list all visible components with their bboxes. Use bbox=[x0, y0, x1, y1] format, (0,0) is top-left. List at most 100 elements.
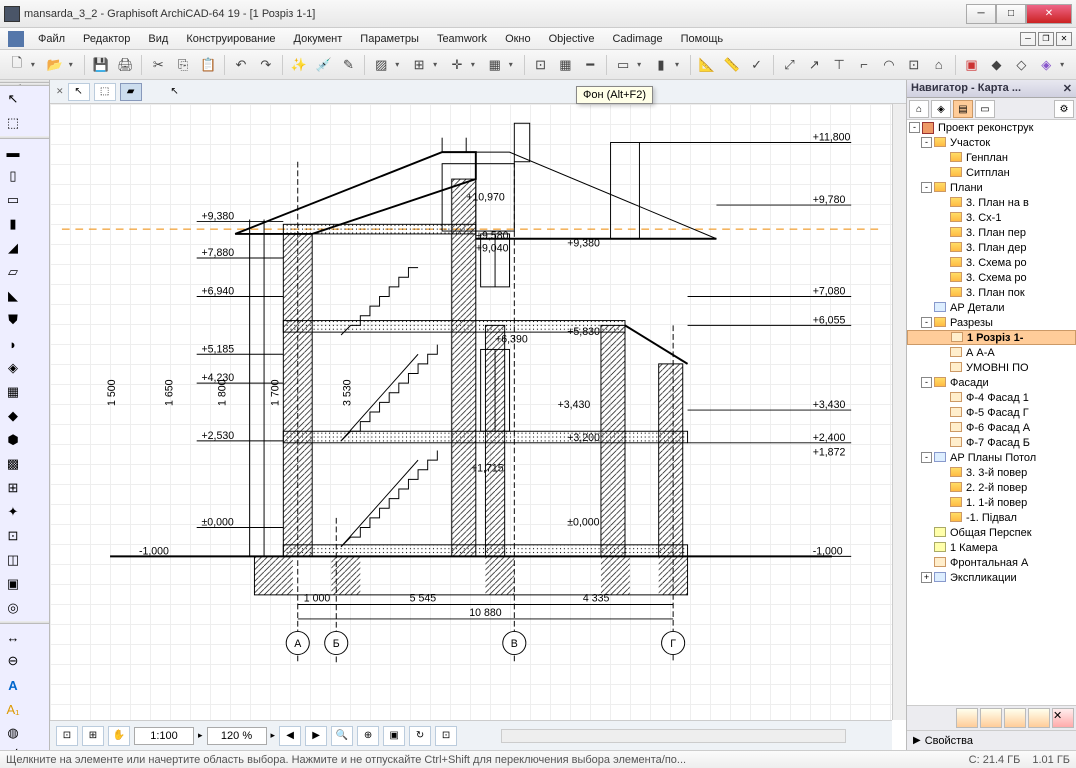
tree-item[interactable]: Общая Перспек bbox=[907, 525, 1076, 540]
nav-new1-icon[interactable] bbox=[956, 708, 978, 728]
check-icon[interactable]: ✓ bbox=[746, 54, 768, 76]
view-opt-icon[interactable]: ⊡ bbox=[435, 726, 457, 746]
layer-icon[interactable]: ▭ bbox=[612, 54, 634, 76]
drawing-canvas[interactable]: А Б В Г 1 000 5 545 4 335 10 880 +9,380 … bbox=[50, 104, 892, 720]
trace-icon[interactable]: ▮ bbox=[650, 54, 672, 76]
line-tool[interactable]: ╱ bbox=[2, 746, 24, 750]
open-icon[interactable]: 📂 bbox=[44, 54, 66, 76]
palette-1-icon[interactable]: ▣ bbox=[961, 54, 983, 76]
nav-project-icon[interactable]: ⌂ bbox=[909, 100, 929, 118]
door-tool[interactable]: ▯ bbox=[2, 165, 24, 187]
ruler2-icon[interactable]: 📏 bbox=[721, 54, 743, 76]
skylight-tool[interactable]: ◈ bbox=[2, 357, 24, 379]
ct-fill[interactable]: ▰ bbox=[120, 83, 142, 101]
menu-file[interactable]: Файл bbox=[30, 30, 73, 48]
menu-teamwork[interactable]: Teamwork bbox=[429, 30, 495, 48]
nav-new3-icon[interactable] bbox=[1004, 708, 1026, 728]
tree-item[interactable]: А А-А bbox=[907, 345, 1076, 360]
tree-item[interactable]: 3. План пер bbox=[907, 225, 1076, 240]
guide-3-icon[interactable]: ✛ bbox=[446, 54, 468, 76]
edit-1-icon[interactable]: ⤢ bbox=[779, 54, 801, 76]
detail-tool[interactable]: ◎ bbox=[2, 597, 24, 619]
tree-item[interactable]: -Участок bbox=[907, 135, 1076, 150]
text-tool[interactable]: A bbox=[2, 674, 24, 696]
tree-item[interactable]: Ф-4 Фасад 1 bbox=[907, 390, 1076, 405]
edit-5-icon[interactable]: ◠ bbox=[878, 54, 900, 76]
morph-tool[interactable]: ◆ bbox=[2, 405, 24, 427]
archicad-icon[interactable] bbox=[8, 31, 24, 47]
copy-icon[interactable]: ⎘ bbox=[172, 54, 194, 76]
zoomin-icon[interactable]: ⊕ bbox=[357, 726, 379, 746]
ct-pointer[interactable]: ↖ bbox=[164, 83, 186, 101]
window-tool[interactable]: ▭ bbox=[2, 189, 24, 211]
tree-item[interactable]: 3. 3-й повер bbox=[907, 465, 1076, 480]
tree-item[interactable]: Ф-5 Фасад Г bbox=[907, 405, 1076, 420]
zoom-prev-icon[interactable]: ◀ bbox=[279, 726, 301, 746]
tree-item[interactable]: -АР Планы Потол bbox=[907, 450, 1076, 465]
new-icon[interactable]: 🗋 bbox=[6, 54, 28, 76]
tree-item[interactable]: -1. Підвал bbox=[907, 510, 1076, 525]
palette-4-icon[interactable]: ◈ bbox=[1035, 54, 1057, 76]
object-tool[interactable]: ⬢ bbox=[2, 429, 24, 451]
menu-help[interactable]: Помощь bbox=[673, 30, 732, 48]
menu-edit[interactable]: Редактор bbox=[75, 30, 138, 48]
tree-item[interactable]: -Фасади bbox=[907, 375, 1076, 390]
mesh-tool[interactable]: ⊞ bbox=[2, 477, 24, 499]
tree-item[interactable]: -Проект реконструк bbox=[907, 120, 1076, 135]
properties-bar[interactable]: ▶ Свойства bbox=[907, 730, 1076, 750]
tree-item[interactable]: Генплан bbox=[907, 150, 1076, 165]
palette-2-icon[interactable]: ◆ bbox=[986, 54, 1008, 76]
tree-item[interactable]: 3. Схема ро bbox=[907, 255, 1076, 270]
tree-item[interactable]: 2. 2-й повер bbox=[907, 480, 1076, 495]
grid-tool[interactable]: ⊡ bbox=[2, 525, 24, 547]
lamp-tool[interactable]: ✦ bbox=[2, 501, 24, 523]
navigator-close-icon[interactable]: ✕ bbox=[1063, 82, 1072, 95]
close-button[interactable]: ✕ bbox=[1026, 4, 1072, 24]
scale-input[interactable] bbox=[134, 727, 194, 745]
tree-item[interactable]: 3. План пок bbox=[907, 285, 1076, 300]
menu-document[interactable]: Документ bbox=[286, 30, 351, 48]
rotate-icon[interactable]: ↻ bbox=[409, 726, 431, 746]
tree-item[interactable]: Ф-7 Фасад Б bbox=[907, 435, 1076, 450]
navigator-header[interactable]: Навигатор - Карта ... ✕ bbox=[907, 80, 1076, 98]
nav-pub-icon[interactable]: ▭ bbox=[975, 100, 995, 118]
open-dropdown[interactable]: ▾ bbox=[69, 60, 79, 69]
curtainwall-tool[interactable]: ▦ bbox=[2, 381, 24, 403]
save-icon[interactable]: 💾 bbox=[90, 54, 112, 76]
tree-item[interactable]: +Экспликации bbox=[907, 570, 1076, 585]
guide-2-icon[interactable]: ⊞ bbox=[408, 54, 430, 76]
nav-new2-icon[interactable] bbox=[980, 708, 1002, 728]
wand-icon[interactable]: ✨ bbox=[288, 54, 310, 76]
tree-item[interactable]: 3. План дер bbox=[907, 240, 1076, 255]
marquee-tool[interactable]: ⬚ bbox=[2, 112, 24, 134]
minimize-button[interactable]: ─ bbox=[966, 4, 996, 24]
nav-view-icon[interactable]: ◈ bbox=[931, 100, 951, 118]
tree-item[interactable]: АР Детали bbox=[907, 300, 1076, 315]
tree-item[interactable]: 3. Сх-1 bbox=[907, 210, 1076, 225]
column-tool[interactable]: ▮ bbox=[2, 213, 24, 235]
ruler-icon[interactable]: ━ bbox=[579, 54, 601, 76]
guide-4-icon[interactable]: ▦ bbox=[484, 54, 506, 76]
arrow-tool[interactable]: ↖ bbox=[2, 88, 24, 110]
nav-settings-icon[interactable]: ⚙ bbox=[1054, 100, 1074, 118]
tree-item[interactable]: Фронтальная А bbox=[907, 555, 1076, 570]
shell-tool[interactable]: ◗ bbox=[2, 333, 24, 355]
cut-icon[interactable]: ✂ bbox=[147, 54, 169, 76]
menu-cadimage[interactable]: Cadimage bbox=[604, 30, 670, 48]
fit-icon[interactable]: ▣ bbox=[383, 726, 405, 746]
mdi-minimize-button[interactable]: ─ bbox=[1020, 32, 1036, 46]
horizontal-scrollbar[interactable] bbox=[501, 729, 846, 743]
beam-tool[interactable]: ◢ bbox=[2, 237, 24, 259]
zoom-next-icon[interactable]: ▶ bbox=[305, 726, 327, 746]
tree-item[interactable]: 1 Розріз 1- bbox=[907, 330, 1076, 345]
tree-item[interactable]: -Разрезы bbox=[907, 315, 1076, 330]
slab-tool[interactable]: ▱ bbox=[2, 261, 24, 283]
snap-icon[interactable]: ⊡ bbox=[530, 54, 552, 76]
measure-icon[interactable]: 📐 bbox=[696, 54, 718, 76]
menu-objective[interactable]: Objective bbox=[541, 30, 603, 48]
tree-item[interactable]: -Плани bbox=[907, 180, 1076, 195]
grid-icon[interactable]: ▦ bbox=[555, 54, 577, 76]
edit-2-icon[interactable]: ↗ bbox=[803, 54, 825, 76]
syringe-icon[interactable]: ✎ bbox=[338, 54, 360, 76]
mdi-close-button[interactable]: ✕ bbox=[1056, 32, 1072, 46]
